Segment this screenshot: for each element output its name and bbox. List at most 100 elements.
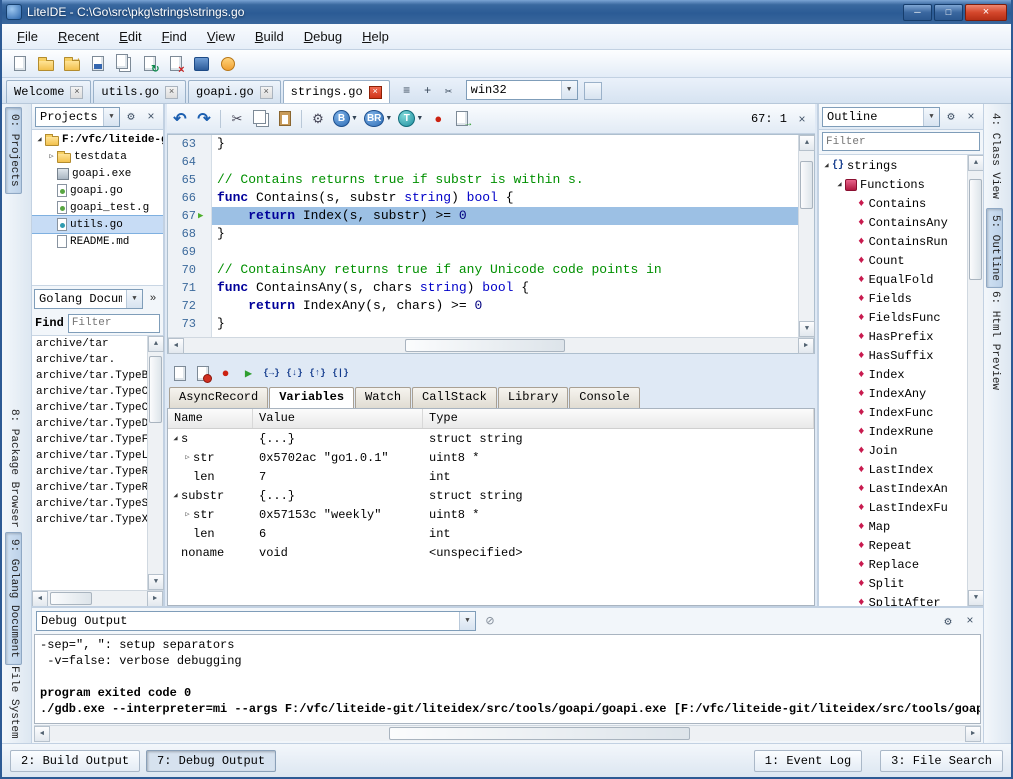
show-current-line-icon[interactable] xyxy=(169,363,190,384)
table-row[interactable]: ▷str0x5702ac "go1.0.1"uint8 * xyxy=(168,448,814,467)
tab-strings-go[interactable]: strings.go× xyxy=(283,80,390,103)
paste-icon[interactable] xyxy=(274,108,296,130)
scroll-right-icon[interactable]: ► xyxy=(965,726,981,742)
save-all-icon[interactable] xyxy=(112,52,135,75)
step-out-icon[interactable]: {↑} xyxy=(307,363,328,384)
outline-filter-input[interactable] xyxy=(822,132,980,151)
table-row[interactable]: ◢s{...}struct string xyxy=(168,429,814,448)
close-all-tabs-icon[interactable]: ✂ xyxy=(440,82,458,100)
scroll-thumb[interactable] xyxy=(405,339,565,352)
toggle-breakpoint-icon[interactable] xyxy=(192,363,213,384)
output-hscrollbar[interactable]: ◄ ► xyxy=(34,725,981,741)
tab-list-icon[interactable]: ≡ xyxy=(398,82,416,100)
maximize-button[interactable]: □ xyxy=(934,4,963,21)
build-config-icon[interactable]: ⚙ xyxy=(307,108,329,130)
line-number[interactable]: 71 xyxy=(168,279,211,297)
outline-item-join[interactable]: ♦Join xyxy=(819,441,967,460)
outline-item-indexfunc[interactable]: ♦IndexFunc xyxy=(819,403,967,422)
projects-close-icon[interactable]: × xyxy=(142,108,160,126)
debug-tab-variables[interactable]: Variables xyxy=(269,387,354,408)
continue-icon[interactable]: ▶ xyxy=(238,363,259,384)
godoc-list-item[interactable]: archive/tar.TypeBlc xyxy=(32,368,147,384)
side-tab-4-class-view[interactable]: 4: Class View xyxy=(986,106,1003,206)
tab-close-icon[interactable]: × xyxy=(260,86,273,99)
scroll-up-icon[interactable]: ▲ xyxy=(148,336,164,352)
godoc-list-item[interactable]: archive/tar.TypeRe xyxy=(32,464,147,480)
godoc-list-item[interactable]: archive/tar.TypeCo xyxy=(32,400,147,416)
godoc-list-item[interactable]: archive/tar.TypeLin xyxy=(32,448,147,464)
outline-item-contains[interactable]: ♦Contains xyxy=(819,194,967,213)
menu-file[interactable]: File xyxy=(8,26,47,47)
tree-expander-icon[interactable]: ◢ xyxy=(34,135,45,144)
godoc-list-item[interactable]: archive/tar.TypeCh xyxy=(32,384,147,400)
undo-icon[interactable]: ↶ xyxy=(169,108,191,130)
output-close-icon[interactable]: × xyxy=(961,612,979,630)
outline-close-icon[interactable]: × xyxy=(962,108,980,126)
outline-item-functions[interactable]: ◢Functions xyxy=(819,175,967,194)
outline-view-combo[interactable]: Outline ▼ xyxy=(822,107,940,127)
scroll-left-icon[interactable]: ◄ xyxy=(32,591,48,607)
titlebar[interactable]: LiteIDE - C:\Go\src\pkg\strings\strings.… xyxy=(2,0,1011,24)
code-line[interactable]: } xyxy=(212,315,798,333)
outline-item-indexany[interactable]: ♦IndexAny xyxy=(819,384,967,403)
export-icon[interactable] xyxy=(451,108,473,130)
outline-vscrollbar[interactable]: ▲ ▼ xyxy=(967,155,983,606)
statusbar-1-event-log[interactable]: 1: Event Log xyxy=(754,750,862,772)
outline-item-repeat[interactable]: ♦Repeat xyxy=(819,536,967,555)
code-line[interactable]: func ContainsAny(s, chars string) bool { xyxy=(212,279,798,297)
output-view-combo[interactable]: Debug Output ▼ xyxy=(36,611,476,631)
outline-item-fields[interactable]: ♦Fields xyxy=(819,289,967,308)
scroll-down-icon[interactable]: ▼ xyxy=(968,590,984,606)
statusbar-2-build-output[interactable]: 2: Build Output xyxy=(10,750,140,772)
run-to-line-icon[interactable]: {|} xyxy=(330,363,351,384)
line-number[interactable]: 63 xyxy=(168,135,211,153)
projects-view-combo[interactable]: Projects ▼ xyxy=(35,107,120,127)
scroll-up-icon[interactable]: ▲ xyxy=(968,155,984,171)
menu-debug[interactable]: Debug xyxy=(295,26,351,47)
save-file-icon[interactable] xyxy=(86,52,109,75)
menu-find[interactable]: Find xyxy=(153,26,196,47)
side-tab-6-html-preview[interactable]: 6: Html Preview xyxy=(986,284,1003,397)
code-line[interactable]: // Contains returns true if substr is wi… xyxy=(212,171,798,189)
code-line[interactable]: } xyxy=(212,225,798,243)
tree-expander-icon[interactable]: ▷ xyxy=(182,453,193,462)
tree-expander-icon[interactable]: ◢ xyxy=(170,491,181,500)
build-button[interactable]: B▼ xyxy=(333,110,358,127)
line-number[interactable]: 68 xyxy=(168,225,211,243)
split-editor-icon[interactable]: + xyxy=(419,82,437,100)
code-line[interactable] xyxy=(212,243,798,261)
home-icon[interactable] xyxy=(190,52,213,75)
test-button[interactable]: T▼ xyxy=(398,110,423,127)
side-tab-file-system[interactable]: File System xyxy=(5,659,22,746)
copy-icon[interactable] xyxy=(250,108,272,130)
outline-item-hasprefix[interactable]: ♦HasPrefix xyxy=(819,327,967,346)
outline-item-indexrune[interactable]: ♦IndexRune xyxy=(819,422,967,441)
tree-expander-icon[interactable]: ◢ xyxy=(834,180,845,189)
target-options-button[interactable] xyxy=(584,82,602,100)
project-tree-item[interactable]: goapi_test.g xyxy=(32,199,163,216)
scroll-thumb[interactable] xyxy=(50,592,92,605)
output-gear-icon[interactable]: ⚙ xyxy=(939,612,957,630)
project-tree-item[interactable]: goapi.go xyxy=(32,182,163,199)
line-number[interactable]: 69 xyxy=(168,243,211,261)
output-text[interactable]: -sep=", ": setup separators -v=false: ve… xyxy=(34,634,981,724)
reload-file-icon[interactable] xyxy=(138,52,161,75)
table-row[interactable]: ▷str0x57153c "weekly"uint8 * xyxy=(168,505,814,524)
table-row[interactable]: len7int xyxy=(168,467,814,486)
scroll-thumb[interactable] xyxy=(800,161,813,209)
step-into-icon[interactable]: {↓} xyxy=(284,363,305,384)
scroll-right-icon[interactable]: ► xyxy=(798,338,814,354)
godoc-list-item[interactable]: archive/tar.TypeDir xyxy=(32,416,147,432)
side-tab-0-projects[interactable]: 0: Projects xyxy=(5,107,22,194)
side-tab-5-outline[interactable]: 5: Outline xyxy=(986,208,1003,288)
code-line[interactable]: return Index(s, substr) >= 0 xyxy=(212,207,798,225)
golang-document-combo[interactable]: Golang Document ▼ xyxy=(34,289,143,309)
minimize-button[interactable]: ─ xyxy=(903,4,932,21)
scroll-left-icon[interactable]: ◄ xyxy=(34,726,50,742)
outline-item-split[interactable]: ♦Split xyxy=(819,574,967,593)
cut-icon[interactable]: ✂ xyxy=(226,108,248,130)
statusbar-7-debug-output[interactable]: 7: Debug Output xyxy=(146,750,276,772)
debug-tab-console[interactable]: Console xyxy=(569,387,639,408)
project-tree-item[interactable]: ▷testdata xyxy=(32,148,163,165)
debug-tab-watch[interactable]: Watch xyxy=(355,387,411,408)
